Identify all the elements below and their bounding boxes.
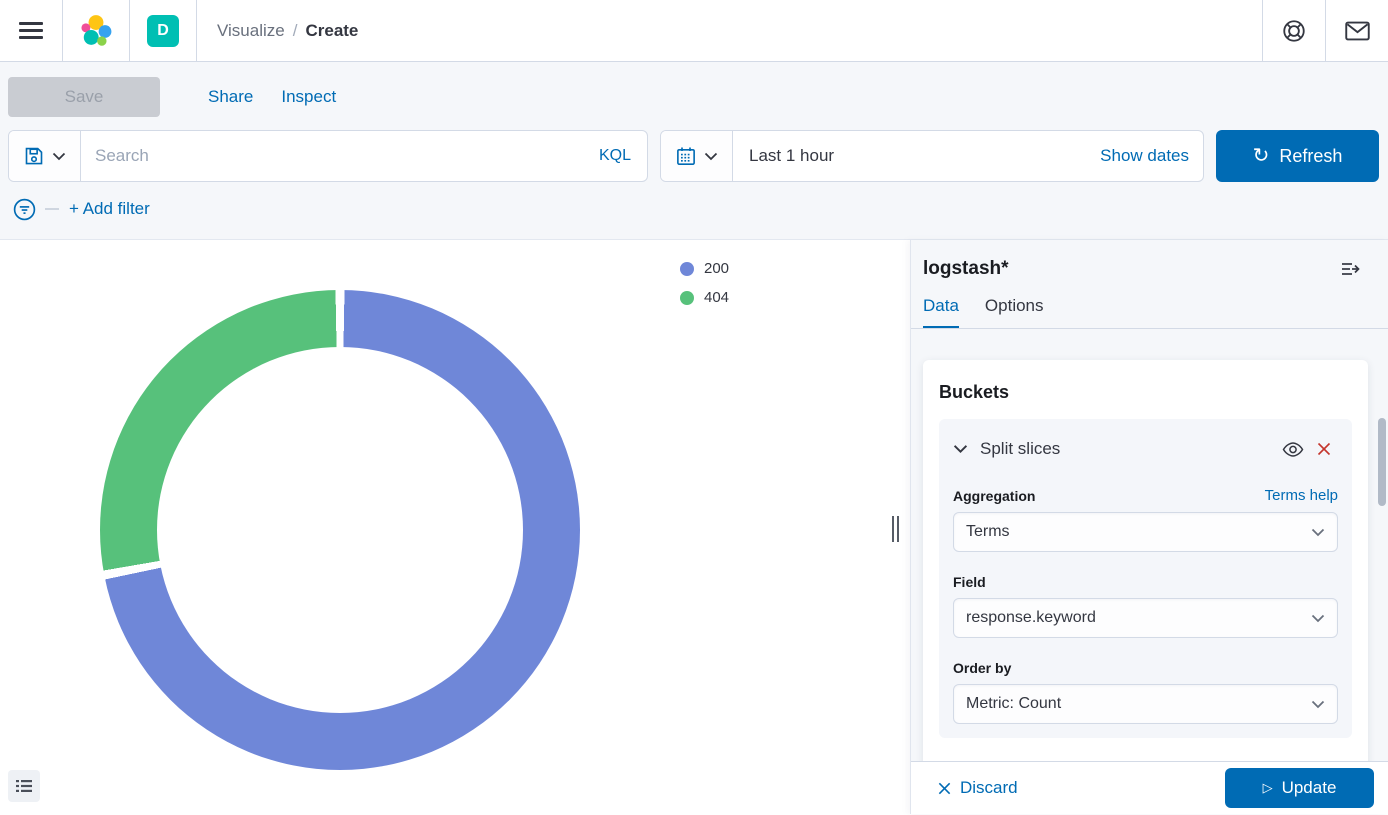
discard-x-icon [937, 781, 952, 796]
breadcrumb-current: Create [305, 21, 358, 41]
date-quick-menu-button[interactable] [661, 131, 733, 181]
close-icon [1316, 441, 1332, 457]
legend: 200 404 [680, 260, 729, 306]
donut-chart[interactable] [100, 290, 580, 770]
remove-agg-button[interactable] [1310, 441, 1338, 457]
legend-label: 200 [704, 260, 729, 277]
search-input[interactable] [81, 131, 583, 181]
aggregation-select[interactable]: Terms [953, 512, 1338, 552]
chevron-down-icon [1311, 614, 1325, 623]
newsfeed-button[interactable] [1326, 0, 1388, 61]
order-by-label: Order by [953, 660, 1011, 676]
play-icon: ▷ [1263, 780, 1273, 796]
discard-label: Discard [960, 778, 1018, 798]
field-value: response.keyword [966, 609, 1096, 627]
help-button[interactable] [1263, 0, 1325, 61]
content: 200 404 logstash* [0, 240, 1388, 814]
elastic-logo[interactable] [63, 0, 129, 61]
kibana-visualize-app: D Visualize / Create [0, 0, 1388, 815]
update-button[interactable]: ▷ Update [1225, 768, 1374, 808]
share-button[interactable]: Share [208, 87, 253, 107]
chevron-down-icon [1311, 528, 1325, 537]
aggregation-value: Terms [966, 523, 1010, 541]
legend-item[interactable]: 404 [680, 289, 729, 306]
list-icon [15, 778, 33, 794]
field-select[interactable]: response.keyword [953, 598, 1338, 638]
main-menu-button[interactable] [0, 0, 62, 61]
aggregation-label-row: Aggregation Terms help [953, 487, 1338, 504]
filter-icon[interactable] [12, 197, 37, 222]
space-badge[interactable]: D [147, 15, 179, 47]
filter-bar: + Add filter [8, 194, 1380, 224]
filter-separator [45, 208, 59, 210]
mail-icon [1344, 20, 1371, 42]
sidebar-body: Buckets Split slices [911, 352, 1388, 761]
discard-button[interactable]: Discard [937, 778, 1018, 798]
order-by-select[interactable]: Metric: Count [953, 684, 1338, 724]
agg-title: Split slices [980, 439, 1276, 459]
field-label-row: Field [953, 574, 1338, 590]
tab-options[interactable]: Options [985, 296, 1044, 328]
legend-toggle-button[interactable] [8, 770, 40, 802]
collapse-sidebar-button[interactable] [1334, 261, 1366, 277]
terms-help-link[interactable]: Terms help [1265, 487, 1338, 504]
save-button[interactable]: Save [8, 77, 160, 117]
refresh-button[interactable]: ↻ Refresh [1216, 130, 1379, 182]
date-picker: Last 1 hour Show dates [660, 130, 1204, 182]
elastic-logo-icon [79, 14, 113, 48]
scrollbar-thumb[interactable] [1378, 418, 1386, 506]
toolbar-zone: Save Share Inspect KQL [0, 62, 1388, 240]
hamburger-menu-icon [19, 22, 43, 39]
toggle-visibility-button[interactable] [1276, 442, 1310, 457]
order-by-label-row: Order by [953, 660, 1338, 676]
eye-icon [1282, 442, 1304, 457]
field-label: Field [953, 574, 986, 590]
legend-item[interactable]: 200 [680, 260, 729, 277]
index-pattern-title: logstash* [923, 258, 1009, 280]
aggregation-label: Aggregation [953, 488, 1035, 504]
panel-resize-handle[interactable] [888, 513, 902, 545]
search-bar: KQL [8, 130, 648, 182]
calendar-icon [676, 146, 696, 166]
show-dates-button[interactable]: Show dates [1086, 131, 1203, 181]
breadcrumb-visualize[interactable]: Visualize [217, 21, 285, 41]
legend-dot [680, 262, 694, 276]
order-by-value: Metric: Count [966, 695, 1061, 713]
legend-dot [680, 291, 694, 305]
visualization-area: 200 404 [0, 240, 910, 814]
help-icon [1281, 18, 1307, 44]
refresh-label: Refresh [1279, 146, 1342, 167]
update-label: Update [1282, 778, 1337, 798]
header-right [1262, 0, 1388, 61]
split-slices-accordion[interactable]: Split slices [953, 433, 1338, 465]
saved-queries-menu-button[interactable] [9, 131, 81, 181]
save-icon [24, 146, 44, 166]
sidebar-tabs: Data Options [911, 280, 1388, 329]
breadcrumb-separator: / [293, 21, 298, 41]
sidebar-header: logstash* [911, 240, 1388, 280]
refresh-icon: ↻ [1253, 146, 1270, 166]
breadcrumb: Visualize / Create [197, 0, 1262, 61]
time-range-value[interactable]: Last 1 hour [733, 131, 1086, 181]
app-header: D Visualize / Create [0, 0, 1388, 62]
buckets-card: Buckets Split slices [923, 360, 1368, 761]
query-row: KQL Last 1 hour Show dates [8, 130, 1380, 182]
tab-data[interactable]: Data [923, 296, 959, 328]
query-language-button[interactable]: KQL [583, 131, 647, 181]
chevron-down-icon [953, 444, 968, 454]
chevron-down-icon [704, 152, 718, 161]
add-filter-button[interactable]: + Add filter [69, 199, 150, 219]
actions-row: Save Share Inspect [8, 62, 1380, 117]
chevron-down-icon [52, 152, 66, 161]
agg-panel: Split slices [939, 419, 1352, 738]
legend-label: 404 [704, 289, 729, 306]
sidebar-footer: Discard ▷ Update [911, 761, 1388, 814]
editor-sidebar: logstash* Data Options Buckets [910, 240, 1388, 814]
chevron-down-icon [1311, 700, 1325, 709]
inspect-button[interactable]: Inspect [281, 87, 336, 107]
buckets-heading: Buckets [939, 382, 1352, 403]
space-selector[interactable]: D [130, 0, 196, 61]
collapse-panel-icon [1340, 261, 1360, 277]
